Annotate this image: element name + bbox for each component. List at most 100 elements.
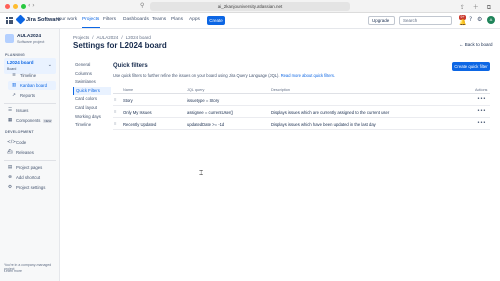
timeline-icon: ≡ xyxy=(12,73,16,78)
sidebar-item-label: Releases xyxy=(16,150,34,155)
nav-active-indicator xyxy=(82,27,100,28)
table-row[interactable]: ⠿ Story issuetype = Story ••• xyxy=(113,94,490,106)
sidebar-item-reports[interactable]: ↗ Reports xyxy=(8,91,56,100)
new-badge: NEW xyxy=(43,118,53,123)
settings-nav-working-days[interactable]: Working days xyxy=(73,113,111,122)
breadcrumb-projects[interactable]: Projects xyxy=(73,35,89,40)
board-name: L2024 board xyxy=(7,60,34,65)
app-switcher-icon[interactable] xyxy=(6,17,13,24)
drag-handle-icon[interactable]: ⠿ xyxy=(114,110,117,114)
back-to-board-link[interactable]: ← Back to board xyxy=(459,42,493,47)
sidebar-item-label: Issues xyxy=(16,108,29,113)
column-header-name: Name xyxy=(123,88,134,92)
sidebar-item-label: Project pages xyxy=(16,165,43,170)
sidebar-item-releases[interactable]: ⛴ Releases xyxy=(4,148,56,157)
settings-nav-quick-filters[interactable]: Quick Filters xyxy=(73,86,111,96)
table-row[interactable]: ⠿ Recently Updated updatedDate >= -1d Di… xyxy=(113,118,490,130)
code-icon: </> xyxy=(7,140,17,145)
settings-nav-general[interactable]: General xyxy=(73,61,111,70)
learn-more-link[interactable]: Learn more xyxy=(4,269,22,273)
table-row[interactable]: ⠿ Only My Issues assignee = currentUser(… xyxy=(113,106,490,118)
create-button[interactable]: Create xyxy=(207,16,225,25)
nav-projects[interactable]: Projects xyxy=(82,17,99,22)
filter-name: Only My Issues xyxy=(123,110,152,115)
browser-chrome: ‹ › ⚲ ai_2kanjouniversity.atlassian.net … xyxy=(0,0,500,13)
sidebar-item-label: Add shortcut xyxy=(16,175,41,180)
filter-name: Recently Updated xyxy=(123,122,157,127)
column-header-actions: Actions xyxy=(475,88,488,92)
sidebar-item-kanban-board[interactable]: ▥ Kanban board xyxy=(8,81,56,90)
filter-description: Displays issues which are currently assi… xyxy=(271,110,390,115)
drag-handle-icon[interactable]: ⠿ xyxy=(114,122,117,126)
nav-plans[interactable]: Plans xyxy=(171,17,183,22)
settings-nav-columns[interactable]: Columns xyxy=(73,70,111,79)
sidebar-item-components[interactable]: ▦ Components NEW xyxy=(4,116,56,125)
quick-filters-heading: Quick filters xyxy=(113,63,148,69)
window-minimize-button[interactable] xyxy=(13,4,18,9)
settings-nav-card-layout[interactable]: Card layout xyxy=(73,104,111,113)
nav-filters[interactable]: Filters xyxy=(103,17,116,22)
settings-nav-card-colors[interactable]: Card colors xyxy=(73,95,111,104)
browser-toolbar-icons[interactable]: ⇪ ＋ ⧉ xyxy=(460,2,494,12)
sidebar-item-code[interactable]: </> Code xyxy=(4,138,56,147)
search-placeholder: Search xyxy=(403,18,418,23)
column-header-jql: JQL query xyxy=(187,88,205,92)
breadcrumb-board[interactable]: L2024 board xyxy=(126,35,151,40)
sidebar-item-timeline[interactable]: ≡ Timeline xyxy=(8,71,56,80)
project-type: Software project xyxy=(17,40,45,44)
window-close-button[interactable] xyxy=(5,4,10,9)
sidebar-item-label: Project settings xyxy=(16,185,46,190)
breadcrumb-separator: / xyxy=(121,35,123,40)
page-title: Settings for L2024 board xyxy=(73,41,167,50)
settings-nav-timeline[interactable]: Timeline xyxy=(73,121,111,130)
project-header[interactable]: AULA2024 Software project xyxy=(5,34,44,44)
sidebar-item-project-pages[interactable]: ▤ Project pages xyxy=(4,163,56,172)
more-actions-icon[interactable]: ••• xyxy=(477,96,486,102)
user-avatar[interactable]: A xyxy=(487,16,495,24)
read-more-link[interactable]: Read more about quick filters. xyxy=(281,73,335,78)
settings-gear-icon: ⚙ xyxy=(7,185,13,190)
filter-jql: assignee = currentUser() xyxy=(187,110,234,115)
jira-logo[interactable]: Jira Software xyxy=(15,14,61,25)
description-text: Use quick filters to further refine the … xyxy=(113,73,280,78)
help-icon[interactable]: ? xyxy=(469,16,472,23)
breadcrumb: Projects / AULA2024/ L2024 board xyxy=(73,35,151,40)
nav-your-work[interactable]: Your work xyxy=(56,17,77,22)
settings-gear-icon[interactable]: ⚙ xyxy=(477,16,482,23)
search-input[interactable]: Search xyxy=(399,16,452,25)
upgrade-button[interactable]: Upgrade xyxy=(368,16,395,25)
board-columns-icon: ▥ xyxy=(11,83,17,88)
quick-filters-table: Name JQL query Description Actions ⠿ Sto… xyxy=(113,88,490,130)
drag-handle-icon[interactable]: ⠿ xyxy=(114,98,117,102)
sidebar-item-issues[interactable]: ☰ Issues xyxy=(4,106,56,115)
nav-apps[interactable]: Apps xyxy=(189,17,200,22)
filter-name: Story xyxy=(123,98,133,103)
components-icon: ▦ xyxy=(7,118,13,123)
sidebar-divider xyxy=(4,103,56,104)
planning-section-title: PLANNING xyxy=(5,53,25,57)
more-actions-icon[interactable]: ••• xyxy=(477,120,486,126)
breadcrumb-project[interactable]: AULA2024 xyxy=(97,35,119,40)
sidebar-item-label: Code xyxy=(16,140,27,145)
quick-filters-description: Use quick filters to further refine the … xyxy=(113,73,335,78)
settings-nav-swimlanes[interactable]: Swimlanes xyxy=(73,78,111,87)
window-maximize-button[interactable] xyxy=(21,4,26,9)
nav-dashboards[interactable]: Dashboards xyxy=(123,17,149,22)
address-bar[interactable]: ai_2kanjouniversity.atlassian.net xyxy=(150,2,350,11)
breadcrumb-separator: / xyxy=(92,35,94,40)
back-to-board-label: Back to board xyxy=(464,42,493,47)
more-actions-icon[interactable]: ••• xyxy=(477,108,486,114)
sidebar-item-label: Components xyxy=(16,118,41,123)
development-section-title: DEVELOPMENT xyxy=(5,130,34,134)
sidebar-item-project-settings[interactable]: ⚙ Project settings xyxy=(4,183,56,192)
create-quick-filter-button[interactable]: Create quick filter xyxy=(452,62,490,71)
sidebar-item-add-shortcut[interactable]: ⊕ Add shortcut xyxy=(4,173,56,182)
column-header-description: Description xyxy=(271,88,290,92)
nav-teams[interactable]: Teams xyxy=(152,17,166,22)
sidebar-item-label: Timeline xyxy=(20,73,37,78)
filter-jql: updatedDate >= -1d xyxy=(187,122,225,127)
notifications-icon[interactable]: 🔔 xyxy=(459,19,466,26)
board-settings-nav: General Columns Swimlanes Quick Filters … xyxy=(73,61,111,130)
sidebar-item-label: Kanban board xyxy=(20,83,47,88)
browser-back-forward-icons[interactable]: ‹ › xyxy=(28,2,35,9)
